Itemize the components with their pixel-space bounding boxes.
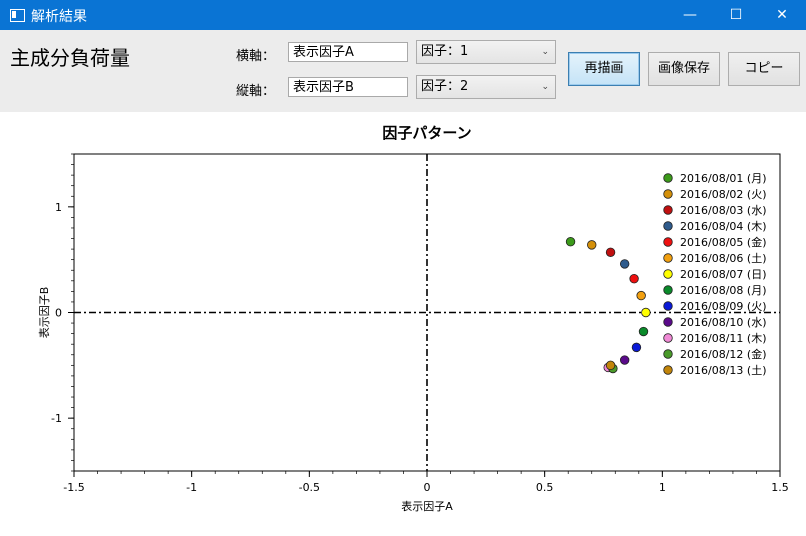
legend-entry: 2016/08/02 (火) — [680, 188, 766, 201]
data-point — [619, 355, 630, 365]
data-point — [587, 240, 597, 250]
maximize-button[interactable]: ☐ — [713, 0, 759, 30]
window-title: 解析結果 — [31, 9, 87, 25]
legend-entry: 2016/08/09 (火) — [680, 300, 766, 313]
legend-marker — [663, 189, 673, 199]
x-axis-factor-select[interactable]: 因子：1 ⌄ — [416, 40, 556, 64]
y-axis-label: 縦軸： — [236, 84, 276, 99]
legend-entry: 2016/08/06 (土) — [680, 252, 766, 265]
legend-marker — [663, 205, 673, 215]
x-tick-label: 0.5 — [536, 481, 554, 494]
save-image-button[interactable]: 画像保存 — [648, 52, 720, 86]
y-axis-title: 表示因子B — [37, 287, 51, 339]
x-axis-name-input[interactable]: 表示因子A — [288, 42, 408, 62]
maximize-icon: ☐ — [729, 7, 743, 23]
title-bar: 解析結果 — ☐ ✕ — [0, 0, 806, 30]
chevron-down-icon: ⌄ — [541, 47, 549, 57]
data-point — [638, 326, 649, 337]
data-point — [631, 342, 642, 353]
factor-pattern-chart: 因子パターン -1.5 -1 -0.5 0 0.5 1 1.5 -1 0 1 表示因子A 表示因子B 20… — [37, 124, 789, 513]
legend-entry: 2016/08/05 (金) — [680, 235, 766, 249]
data-point — [636, 290, 646, 301]
minimize-button[interactable]: — — [667, 0, 713, 30]
data-point — [619, 259, 630, 269]
x-axis-title: 表示因子A — [401, 499, 453, 513]
data-point — [605, 360, 616, 371]
copy-button[interactable]: コピー — [728, 52, 800, 86]
legend-marker — [663, 301, 673, 311]
chevron-down-icon: ⌄ — [541, 82, 549, 92]
data-point — [629, 273, 639, 284]
page-title: 主成分負荷量 — [10, 46, 130, 70]
minimize-icon: — — [683, 7, 697, 23]
x-tick-label: 0 — [424, 481, 431, 494]
x-tick-label: -1 — [186, 481, 197, 494]
legend-entry: 2016/08/11 (木) — [680, 332, 766, 345]
data-point — [565, 237, 576, 247]
legend-entry: 2016/08/10 (水) — [680, 316, 766, 329]
y-axis-factor-select[interactable]: 因子：2 ⌄ — [416, 75, 556, 99]
redraw-button[interactable]: 再描画 — [568, 52, 640, 86]
legend-marker — [663, 173, 673, 183]
legend-marker — [663, 253, 673, 263]
legend-entry: 2016/08/01 (月) — [680, 172, 766, 185]
legend-entry: 2016/08/03 (水) — [680, 204, 766, 217]
y-tick-label: 1 — [55, 201, 62, 214]
x-tick-label: -0.5 — [299, 481, 320, 494]
data-point — [605, 247, 616, 257]
chart-title: 因子パターン — [382, 124, 471, 142]
legend-marker — [663, 269, 673, 279]
legend-marker — [663, 365, 673, 375]
legend-entry: 2016/08/12 (金) — [680, 347, 766, 361]
y-tick-label: 0 — [55, 307, 62, 320]
legend-marker — [663, 333, 673, 343]
legend-marker — [663, 237, 673, 247]
legend-marker — [663, 285, 673, 295]
chart-area: 因子パターン -1.5 -1 -0.5 0 0.5 1 1.5 -1 0 1 表示因子A 表示因子B 20… — [0, 112, 806, 533]
x-tick-label: 1 — [659, 481, 666, 494]
window-app-icon — [10, 9, 25, 22]
x-axis-label: 横軸： — [236, 49, 276, 64]
x-axis-factor-value: 因子：1 — [421, 44, 469, 59]
y-axis-factor-value: 因子：2 — [421, 79, 469, 94]
toolbar: 主成分負荷量 横軸： 表示因子A 因子：1 ⌄ 縦軸： 表示因子B 因子：2 ⌄… — [0, 30, 806, 112]
legend-entry: 2016/08/07 (日) — [680, 268, 766, 281]
legend-marker — [663, 317, 673, 327]
y-tick-label: -1 — [51, 412, 62, 425]
legend-marker — [663, 349, 673, 359]
y-axis-name-input[interactable]: 表示因子B — [288, 77, 408, 97]
x-tick-label: -1.5 — [63, 481, 84, 494]
legend-entry: 2016/08/04 (木) — [680, 220, 766, 233]
close-icon: ✕ — [776, 7, 788, 23]
x-tick-label: 1.5 — [771, 481, 789, 494]
data-point — [641, 307, 651, 318]
legend-entry: 2016/08/08 (月) — [680, 284, 766, 297]
close-button[interactable]: ✕ — [759, 0, 805, 30]
legend-entry: 2016/08/13 (土) — [680, 364, 766, 377]
legend-marker — [663, 221, 673, 231]
